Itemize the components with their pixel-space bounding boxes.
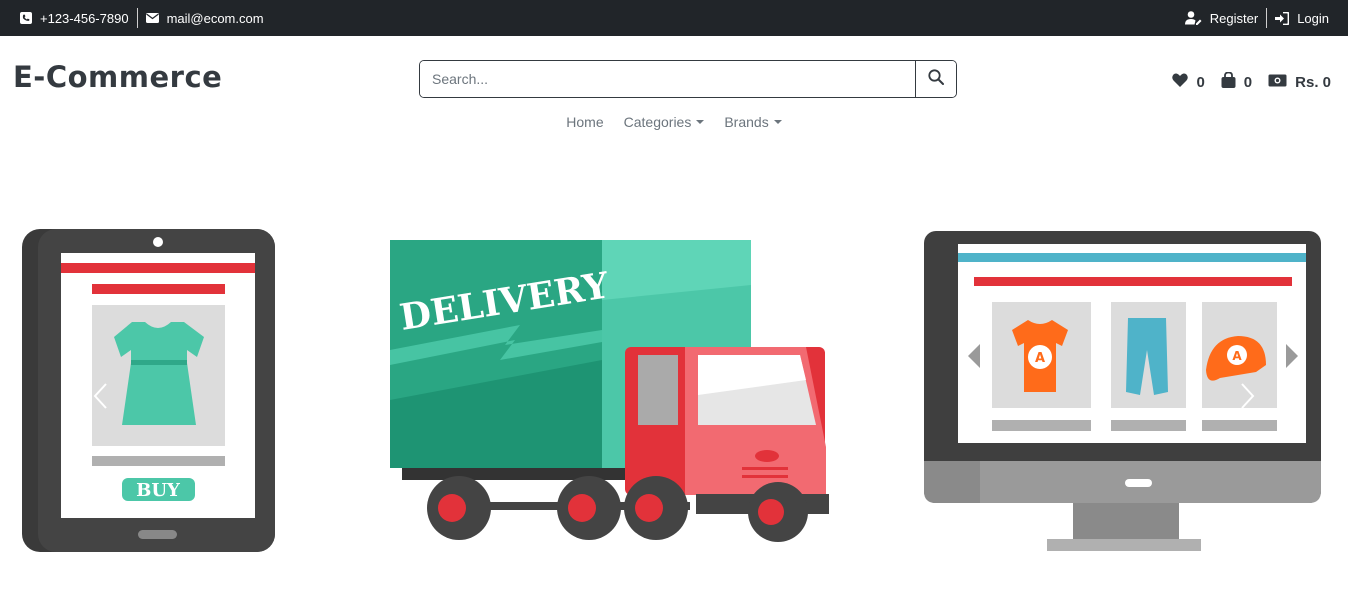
search-input[interactable] [420, 61, 915, 97]
site-header: E-Commerce 0 0 Rs. 0 [0, 36, 1348, 114]
search-icon [928, 68, 944, 90]
wishlist-link[interactable]: 0 [1172, 73, 1205, 91]
cap-logo-letter: A [1232, 349, 1242, 363]
shirt-logo-letter: A [1035, 351, 1045, 366]
caret-down-icon [773, 120, 782, 124]
phone-contact[interactable]: +123-456-7890 [20, 11, 129, 26]
user-edit-icon [1184, 11, 1202, 25]
register-link[interactable]: Register [1184, 10, 1259, 26]
nav-categories-dropdown[interactable]: Categories [624, 114, 705, 130]
email-contact[interactable]: mail@ecom.com [145, 10, 264, 26]
chevron-right-icon [1240, 383, 1256, 414]
envelope-icon [145, 13, 159, 23]
cart-total[interactable]: Rs. 0 [1268, 74, 1331, 91]
divider [1266, 8, 1268, 28]
cart-count: 0 [1243, 73, 1253, 91]
nav-home-label: Home [566, 114, 604, 130]
main-nav: Home Categories Brands [0, 114, 1348, 130]
nav-categories-label: Categories [623, 114, 692, 130]
register-label: Register [1209, 10, 1259, 26]
shopping-bag-icon [1221, 71, 1236, 92]
carousel-next-button[interactable] [1240, 382, 1256, 415]
nav-brands-label: Brands [724, 114, 769, 130]
wishlist-count: 0 [1196, 73, 1205, 91]
login-label: Login [1297, 10, 1329, 26]
delivery-truck-illustration: DELIVERY [390, 240, 829, 542]
chevron-left-icon [92, 383, 108, 414]
email-address: mail@ecom.com [166, 10, 264, 26]
heart-icon [1172, 73, 1189, 91]
auth-links: Register Login [1184, 8, 1329, 28]
hero-carousel: BUY DELIVERY A A [22, 229, 1321, 552]
cart-link[interactable]: 0 [1221, 71, 1253, 92]
nav-brands-dropdown[interactable]: Brands [724, 114, 782, 130]
header-stats: 0 0 Rs. 0 [1172, 71, 1331, 92]
phone-icon [20, 12, 32, 24]
login-link[interactable]: Login [1275, 11, 1329, 26]
cart-total-amount: Rs. 0 [1295, 73, 1331, 91]
phone-number: +123-456-7890 [40, 10, 129, 26]
tablet-illustration: BUY [22, 229, 275, 552]
top-bar: +123-456-7890 mail@ecom.com Register Log… [0, 0, 1348, 36]
search-button[interactable] [915, 61, 956, 97]
caret-down-icon [696, 120, 705, 124]
buy-text: BUY [136, 480, 181, 501]
monitor-illustration: A A [924, 231, 1321, 551]
divider [136, 8, 138, 28]
search-bar [419, 60, 957, 98]
nav-home[interactable]: Home [566, 114, 603, 130]
sign-in-icon [1275, 11, 1290, 25]
carousel-prev-button[interactable] [92, 382, 108, 415]
money-icon [1268, 74, 1287, 91]
site-logo[interactable]: E-Commerce [13, 60, 222, 94]
contact-info: +123-456-7890 mail@ecom.com [20, 8, 264, 28]
